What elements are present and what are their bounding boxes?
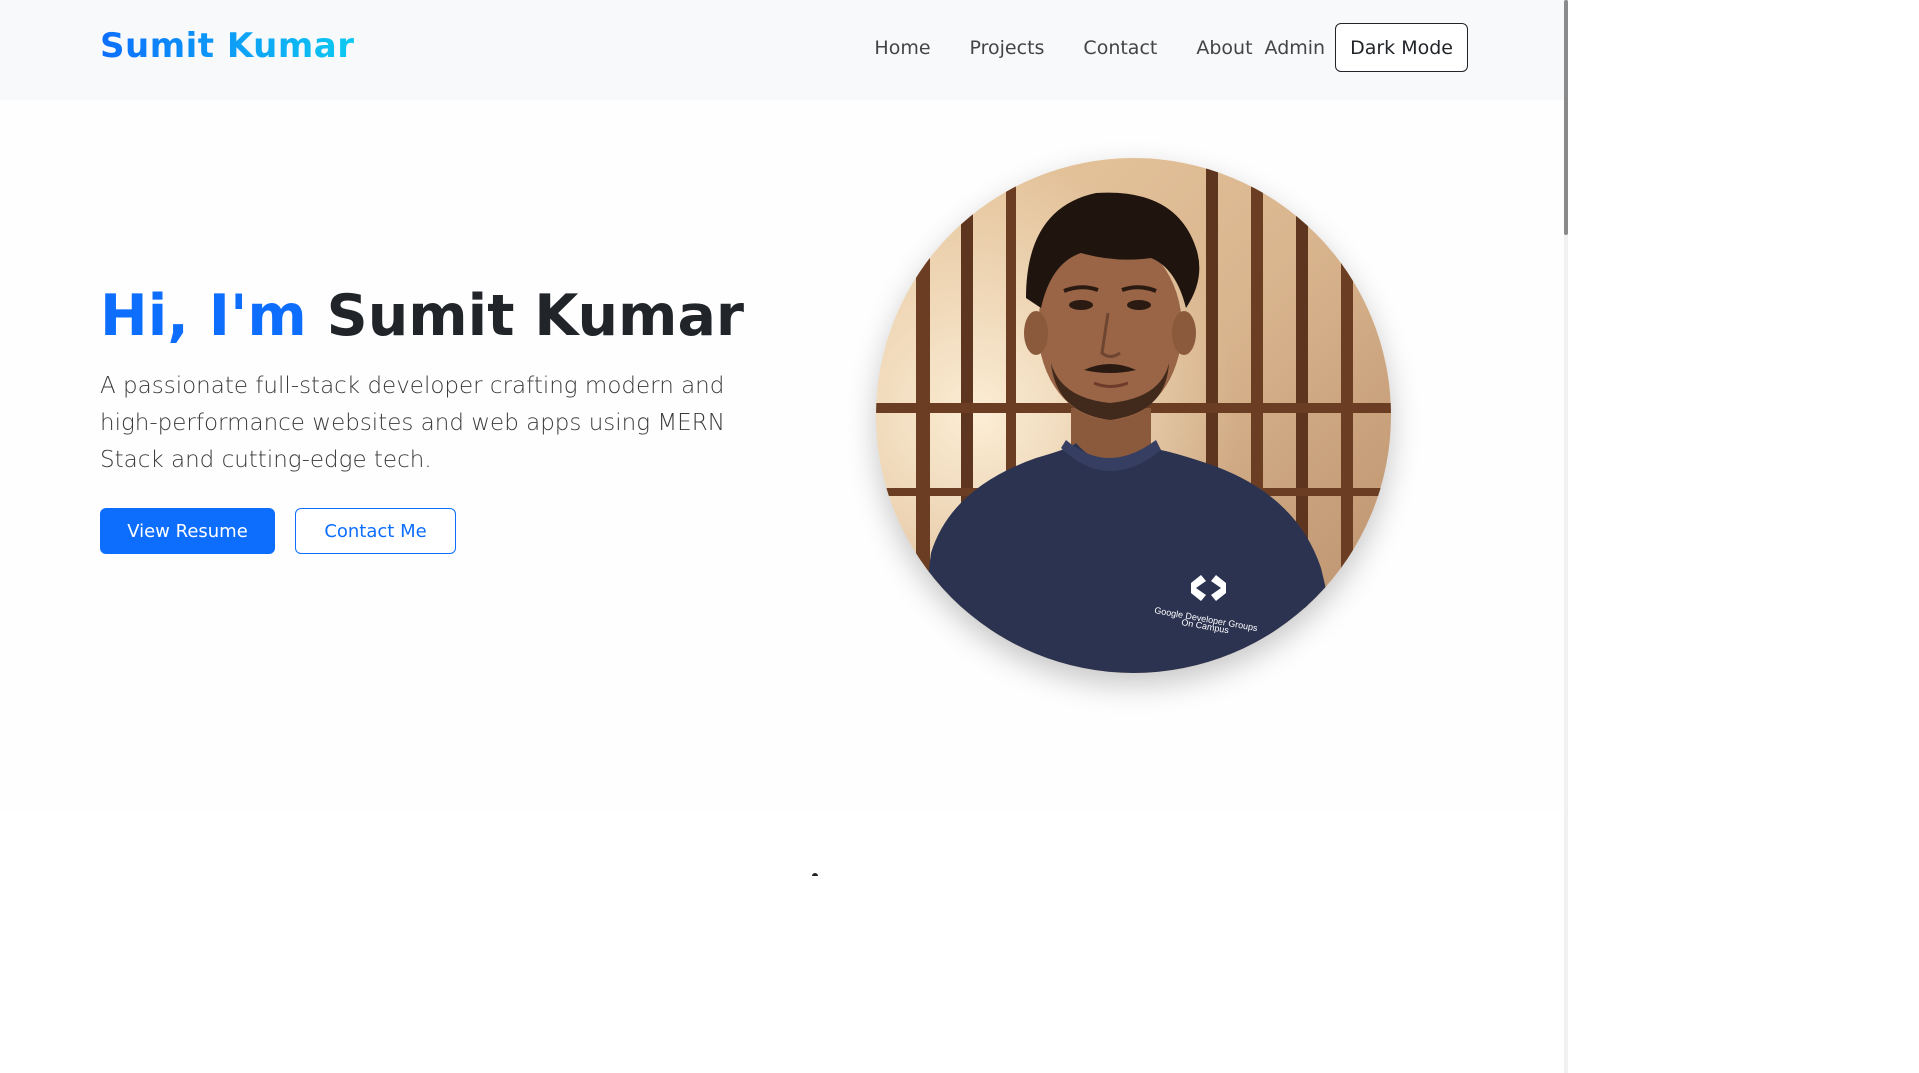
contact-me-button[interactable]: Contact Me [295, 508, 456, 554]
scrollbar-area [1564, 0, 1919, 1073]
view-resume-button[interactable]: View Resume [100, 508, 275, 554]
hero-title: Hi, I'm Sumit Kumar [100, 285, 744, 348]
nav-link-about[interactable]: About [1196, 37, 1252, 59]
navbar: Sumit Kumar Home Projects Contact About … [0, 0, 1564, 100]
nav-link-home[interactable]: Home [874, 37, 930, 59]
next-section-hint [812, 873, 818, 876]
profile-photo-illustration: Google Developer Groups On Campus [876, 158, 1391, 673]
hero-description: A passionate full-stack developer crafti… [100, 373, 725, 473]
nav-menu: Home Projects Contact About Admin Dark M… [874, 23, 1468, 72]
page: Sumit Kumar Home Projects Contact About … [0, 0, 1919, 1073]
dark-mode-toggle-button[interactable]: Dark Mode [1335, 23, 1468, 72]
hero-name: Sumit Kumar [326, 283, 745, 349]
nav-link-projects[interactable]: Projects [970, 37, 1045, 59]
nav-link-admin[interactable]: Admin [1265, 37, 1326, 59]
hero-section: Hi, I'm Sumit Kumar A passionate full-st… [0, 100, 1564, 810]
scrollbar-thumb[interactable] [1564, 0, 1568, 235]
hero-greeting: Hi, I'm [100, 283, 307, 349]
brand-logo[interactable]: Sumit Kumar [100, 26, 354, 66]
profile-photo: Google Developer Groups On Campus [876, 158, 1391, 673]
nav-link-contact[interactable]: Contact [1083, 37, 1157, 59]
